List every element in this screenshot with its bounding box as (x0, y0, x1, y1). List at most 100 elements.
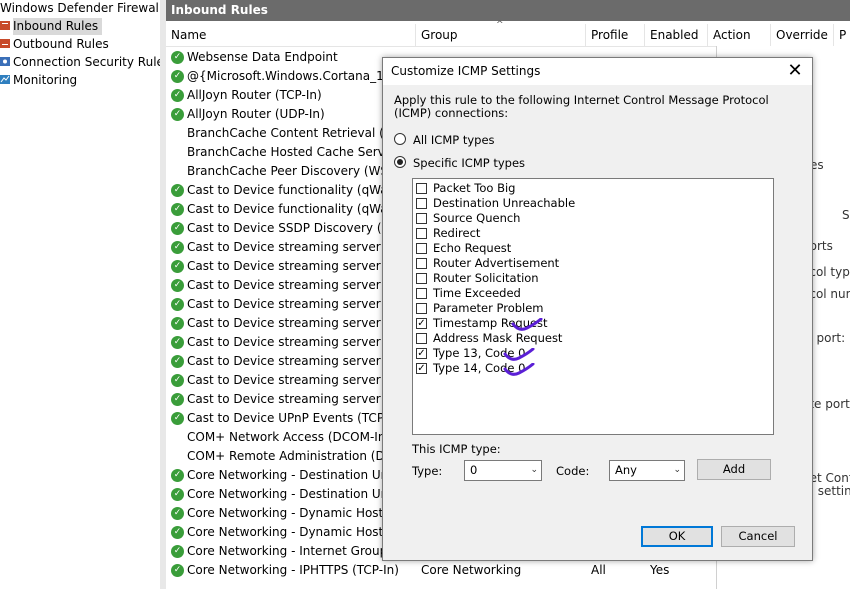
rule-name: Core Networking - Destination Unrea (187, 468, 408, 482)
this-icmp-type-label: This ICMP type: (412, 442, 501, 456)
tree-item-monitoring[interactable]: Monitoring (0, 72, 77, 89)
add-button[interactable]: Add (697, 459, 771, 480)
rule-name: Cast to Device streaming server (RTCI (187, 297, 416, 311)
rule-group: Core Networking (421, 563, 522, 577)
monitoring-icon (0, 75, 10, 84)
icmp-type-label: Parameter Problem (433, 301, 544, 315)
rule-name: Cast to Device streaming server (RTCI (187, 316, 416, 330)
rule-enabled-check-icon: ✓ (171, 488, 184, 501)
rule-name: Core Networking - IPHTTPS (TCP-In) (187, 563, 399, 577)
close-icon[interactable]: ✕ (784, 60, 806, 82)
rule-enabled-check-icon: ✓ (171, 412, 184, 425)
tree-root-firewall[interactable]: Windows Defender Firewall wit (0, 1, 184, 15)
rule-name: Core Networking - Destination Unrea (187, 487, 408, 501)
type-label: Type: (412, 464, 443, 478)
tree-item-connection-security-rules[interactable]: Connection Security Rules (0, 54, 171, 71)
dialog-description: Apply this rule to the following Interne… (394, 93, 769, 120)
icmp-types-list[interactable]: Packet Too Big Destination Unreachable Sou… (412, 178, 774, 435)
rule-enabled-check-icon: ✓ (171, 279, 184, 292)
rule-name: Cast to Device streaming server (HTT (187, 278, 413, 292)
checkbox[interactable] (416, 258, 427, 269)
rule-name: BranchCache Hosted Cache Server (H (187, 145, 415, 159)
connection-security-icon (0, 57, 10, 66)
rule-name: Core Networking - Dynamic Host Co (187, 525, 403, 539)
checkbox[interactable]: ✓ (416, 348, 427, 359)
column-header-override[interactable]: Override (771, 24, 834, 46)
rule-enabled-check-icon: ✓ (171, 108, 184, 121)
rule-enabled-check-icon: ✓ (171, 564, 184, 577)
rule-name: Core Networking - Internet Group Ma (187, 544, 409, 558)
tree-item-inbound-rules[interactable]: Inbound Rules (0, 18, 103, 35)
column-header-name[interactable]: Name (166, 24, 416, 46)
rule-enabled-check-icon: ✓ (171, 507, 184, 520)
rule-name: Websense Data Endpoint (187, 50, 338, 64)
rule-name: Cast to Device functionality (qWave-U (187, 202, 416, 216)
rule-enabled-check-icon: ✓ (171, 184, 184, 197)
column-header-enabled[interactable]: Enabled (645, 24, 708, 46)
console-tree: Windows Defender Firewall wit Inbound Ru… (0, 0, 184, 589)
checkbox[interactable] (416, 198, 427, 209)
type-value: 0 (470, 463, 478, 477)
icmp-type-label: Router Solicitation (433, 271, 539, 285)
panel-title: Inbound Rules (166, 0, 850, 21)
column-header-p[interactable]: P (834, 24, 850, 46)
rule-name: Cast to Device functionality (qWave-T (187, 183, 413, 197)
icmp-type-label: Type 13, Code 0 (433, 346, 526, 360)
radio-button[interactable] (394, 133, 406, 145)
rule-enabled-check-icon: ✓ (171, 51, 184, 64)
sort-ascending-icon: ^ (496, 20, 504, 30)
chevron-down-icon: ⌄ (530, 465, 538, 475)
column-header-profile[interactable]: Profile (586, 24, 645, 46)
checkbox[interactable] (416, 228, 427, 239)
type-dropdown[interactable]: 0 ⌄ (464, 460, 542, 481)
tree-item-outbound-rules[interactable]: Outbound Rules (0, 36, 109, 53)
tree-item-label: Inbound Rules (13, 19, 99, 33)
rule-name: Cast to Device SSDP Discovery (UDP- (187, 221, 411, 235)
rule-profile: All (591, 563, 606, 577)
radio-button[interactable] (394, 156, 406, 168)
rule-name: Cast to Device streaming server (HTT (187, 259, 413, 273)
rule-enabled: Yes (650, 563, 670, 577)
checkbox[interactable] (416, 303, 427, 314)
code-value: Any (615, 463, 637, 477)
checkbox[interactable] (416, 183, 427, 194)
rule-enabled-check-icon: ✓ (171, 393, 184, 406)
icmp-type-label: Destination Unreachable (433, 196, 576, 210)
column-header-action[interactable]: Action (708, 24, 771, 46)
rule-enabled-check-icon: ✓ (171, 317, 184, 330)
checkbox[interactable] (416, 243, 427, 254)
icmp-type-label: Redirect (433, 226, 481, 240)
rule-enabled-check-icon: ✓ (171, 70, 184, 83)
checkbox[interactable]: ✓ (416, 318, 427, 329)
rule-enabled-check-icon: ✓ (171, 336, 184, 349)
code-dropdown[interactable]: Any ⌄ (609, 460, 685, 481)
icmp-type-label: Packet Too Big (433, 181, 516, 195)
tree-item-label: Connection Security Rules (13, 55, 171, 69)
ok-button[interactable]: OK (641, 526, 713, 547)
radio-label: Specific ICMP types (413, 156, 526, 170)
rule-enabled-check-icon: ✓ (171, 298, 184, 311)
rule-enabled-check-icon: ✓ (171, 545, 184, 558)
cancel-button[interactable]: Cancel (721, 526, 795, 547)
dialog-titlebar[interactable]: Customize ICMP Settings ✕ (383, 58, 812, 85)
dialog-title: Customize ICMP Settings (391, 64, 541, 78)
rule-name: COM+ Remote Administration (DCO (187, 449, 403, 463)
outbound-rules-icon (0, 39, 10, 48)
rule-enabled-check-icon: ✓ (171, 222, 184, 235)
checkbox[interactable]: ✓ (416, 363, 427, 374)
checkbox[interactable] (416, 333, 427, 344)
inbound-rules-icon (0, 21, 10, 30)
customize-icmp-dialog: Customize ICMP Settings ✕ Apply this rul… (382, 57, 813, 561)
rule-name: AllJoyn Router (UDP-In) (187, 107, 325, 121)
checkbox[interactable] (416, 288, 427, 299)
icmp-type-label: Echo Request (433, 241, 512, 255)
chevron-down-icon: ⌄ (673, 465, 681, 475)
rule-name: Cast to Device UPnP Events (TCP-In) (187, 411, 404, 425)
rule-enabled-check-icon: ✓ (171, 260, 184, 273)
checkbox[interactable] (416, 213, 427, 224)
tree-item-label: Outbound Rules (13, 37, 109, 51)
rule-name: Cast to Device streaming server (RTCI (187, 335, 416, 349)
rule-enabled-check-icon: ✓ (171, 89, 184, 102)
icmp-type-label: Type 14, Code 0 (433, 361, 526, 375)
checkbox[interactable] (416, 273, 427, 284)
